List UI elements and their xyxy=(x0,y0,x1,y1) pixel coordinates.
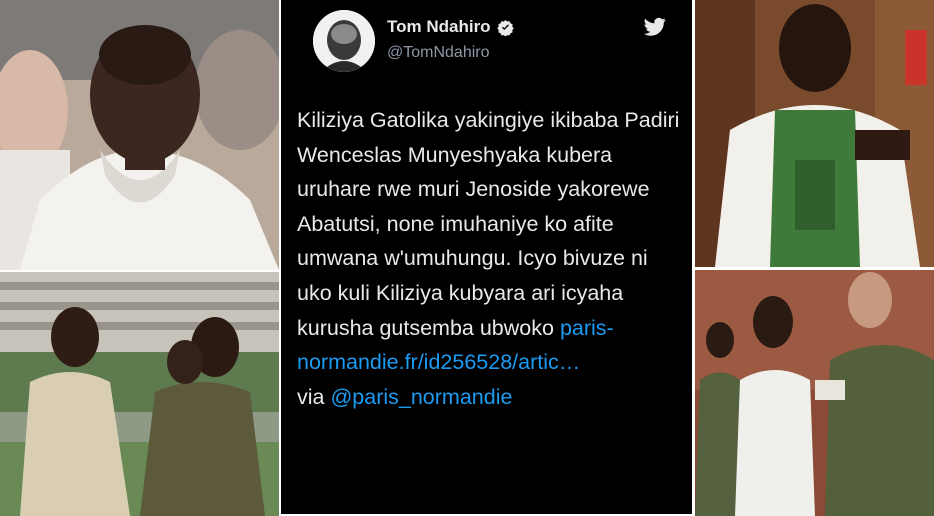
mention-link[interactable]: @paris_normandie xyxy=(330,385,512,409)
author-avatar[interactable] xyxy=(313,10,375,72)
man-escorted-by-soldiers-photo xyxy=(695,270,934,516)
tweet-body-text: Kiliziya Gatolika yakingiye ikibaba Padi… xyxy=(297,108,680,340)
priest-in-green-vestment-preaching-photo xyxy=(695,0,934,267)
tweet-text: Kiliziya Gatolika yakingiye ikibaba Padi… xyxy=(297,103,682,414)
priest-in-white-vestment-photo xyxy=(0,0,279,270)
via-label: via xyxy=(297,384,331,409)
verified-badge-icon xyxy=(496,19,514,36)
tweet-header: Tom Ndahiro @TomNdahiro xyxy=(297,0,676,95)
twitter-bird-icon[interactable] xyxy=(644,17,666,37)
author-name[interactable]: Tom Ndahiro xyxy=(387,17,491,37)
author-handle[interactable]: @TomNdahiro xyxy=(387,44,490,62)
tweet-card[interactable]: Tom Ndahiro @TomNdahiro Kiliziya Gatolik… xyxy=(281,0,692,514)
man-with-soldier-outdoors-photo xyxy=(0,272,279,516)
